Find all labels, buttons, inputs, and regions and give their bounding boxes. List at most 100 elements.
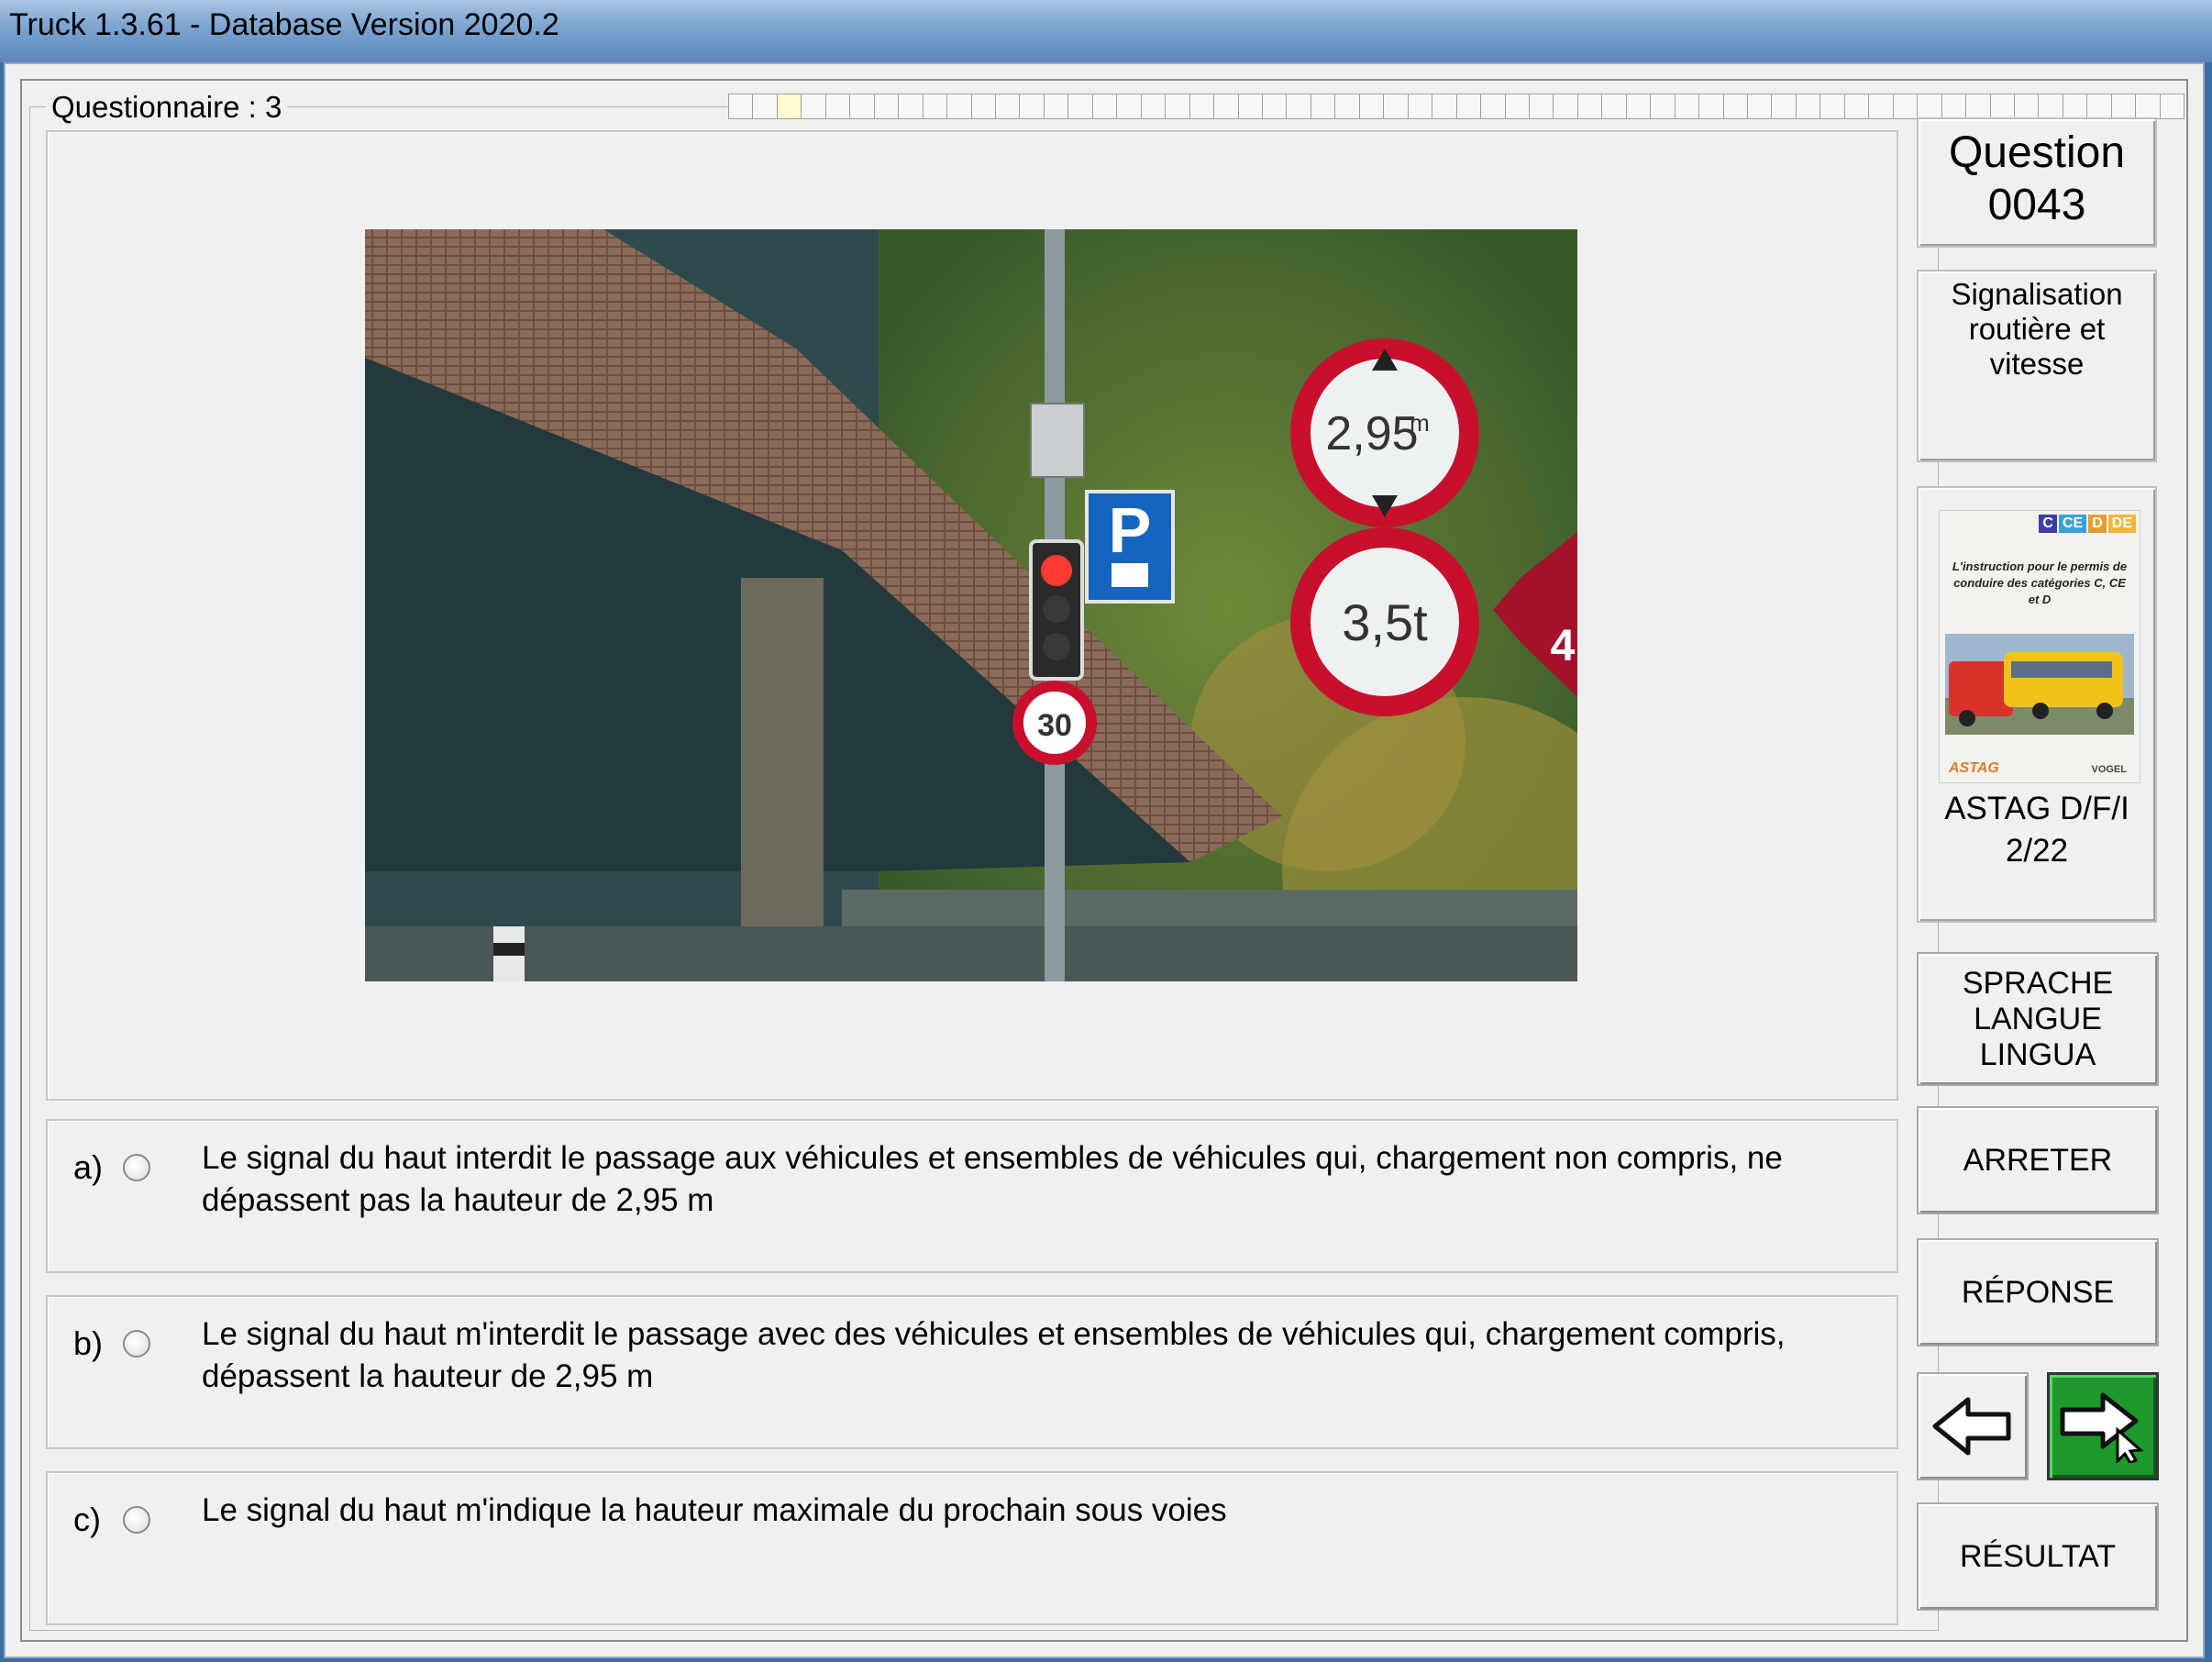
progress-cell bbox=[1287, 94, 1311, 119]
publisher-logo-left: ASTAG bbox=[1949, 760, 1999, 776]
question-number-box: Question 0043 bbox=[1917, 117, 2157, 248]
question-label: Question bbox=[1948, 128, 2126, 177]
progress-cell bbox=[1772, 94, 1797, 119]
stop-button[interactable]: ARRETER bbox=[1917, 1106, 2159, 1214]
question-image-panel: P 30 2,95 m 3,5t 4 bbox=[46, 130, 1898, 1101]
progress-cell bbox=[1723, 94, 1749, 119]
progress-cell bbox=[802, 94, 826, 119]
license-badge: C bbox=[2039, 515, 2057, 533]
progress-cell bbox=[1748, 94, 1773, 119]
progress-cell bbox=[1796, 94, 1821, 119]
license-badge: DE bbox=[2107, 515, 2136, 533]
answer-text: Le signal du haut m'indique la hauteur m… bbox=[202, 1492, 1227, 1528]
book-cover-image: C CE D DE L'instruction pour le permis de c… bbox=[1939, 510, 2140, 783]
client-area: Questionnaire : 3 P 30 2,95 m 3,5t 4 a) … bbox=[20, 79, 2188, 1642]
progress-cell bbox=[1554, 94, 1578, 119]
svg-text:2,95: 2,95 bbox=[1325, 407, 1418, 460]
answer-letter: c) bbox=[73, 1501, 101, 1538]
progress-cell bbox=[1335, 94, 1360, 119]
progress-cell bbox=[1820, 94, 1845, 119]
progress-cell bbox=[2136, 94, 2161, 119]
answer-b[interactable]: b) Le signal du haut m'interdit le passa… bbox=[46, 1295, 1898, 1449]
question-number: 0043 bbox=[1987, 181, 2086, 229]
book-page: 2/22 bbox=[2005, 833, 2069, 869]
progress-cell bbox=[995, 94, 1021, 119]
road-scene-image: P 30 2,95 m 3,5t 4 bbox=[365, 229, 1577, 981]
answer-c-radio[interactable] bbox=[123, 1506, 150, 1534]
next-button[interactable] bbox=[2047, 1372, 2159, 1480]
progress-cell bbox=[1481, 94, 1506, 119]
category-box: Signalisation routière et vitesse bbox=[1917, 270, 2157, 462]
progress-cell bbox=[850, 94, 875, 119]
progress-cell bbox=[971, 94, 996, 119]
progress-cell bbox=[1844, 94, 1870, 119]
progress-cell bbox=[1044, 94, 1069, 119]
previous-button[interactable] bbox=[1917, 1372, 2029, 1480]
progress-cell bbox=[1238, 94, 1263, 119]
progress-cell bbox=[2039, 94, 2063, 119]
progress-cell bbox=[1651, 94, 1676, 119]
answer-a[interactable]: a) Le signal du haut interdit le passage… bbox=[46, 1119, 1898, 1273]
license-category-badges: C CE D DE bbox=[2039, 515, 2136, 533]
svg-text:3,5t: 3,5t bbox=[1342, 593, 1428, 651]
progress-cell bbox=[1020, 94, 1045, 119]
progress-cell bbox=[2063, 94, 2088, 119]
publisher-logo-right: VOGEL bbox=[2091, 764, 2127, 775]
progress-cell bbox=[1214, 94, 1239, 119]
progress-cell bbox=[1092, 94, 1118, 119]
answer-text: Le signal du haut interdit le passage au… bbox=[202, 1140, 1783, 1218]
mouse-cursor-icon bbox=[2116, 1426, 2144, 1463]
book-intro: L'instruction pour le permis de conduire… bbox=[1952, 560, 2128, 606]
progress-cell bbox=[1699, 94, 1724, 119]
progress-cell bbox=[1505, 94, 1530, 119]
progress-cell bbox=[923, 94, 948, 119]
answer-letter: a) bbox=[73, 1148, 104, 1186]
progress-cell bbox=[947, 94, 972, 119]
progress-cell bbox=[1869, 94, 1894, 119]
progress-cell bbox=[1262, 94, 1288, 119]
progress-cell bbox=[874, 94, 900, 119]
progress-cell bbox=[1626, 94, 1652, 119]
arrow-right-icon bbox=[2060, 1392, 2144, 1463]
svg-text:30: 30 bbox=[1037, 708, 1072, 743]
progress-cell bbox=[1117, 94, 1142, 119]
answer-letter: b) bbox=[73, 1324, 104, 1362]
title-bar: Truck 1.3.61 - Database Version 2020.2 bbox=[0, 0, 2212, 62]
answer-a-radio[interactable] bbox=[123, 1154, 150, 1181]
progress-cell bbox=[1432, 94, 1457, 119]
progress-cell bbox=[1602, 94, 1627, 119]
progress-cell bbox=[1918, 94, 1942, 119]
answer-c[interactable]: c) Le signal du haut m'indique la hauteu… bbox=[46, 1471, 1898, 1625]
progress-cell bbox=[1166, 94, 1190, 119]
progress-cell bbox=[825, 94, 851, 119]
progress-cell bbox=[1359, 94, 1385, 119]
book-reference: ASTAG D/F/I bbox=[1944, 791, 2129, 826]
answer-b-radio[interactable] bbox=[123, 1330, 150, 1357]
window-title: Truck 1.3.61 - Database Version 2020.2 bbox=[9, 7, 559, 42]
arrow-left-icon bbox=[1932, 1397, 2011, 1456]
progress-cell bbox=[1966, 94, 1991, 119]
license-badge: D bbox=[2088, 515, 2107, 533]
progress-cell bbox=[2015, 94, 2040, 119]
main-window: Questionnaire : 3 P 30 2,95 m 3,5t 4 a) … bbox=[4, 62, 2205, 1658]
progress-cell bbox=[1675, 94, 1700, 119]
progress-cell bbox=[1408, 94, 1433, 119]
progress-cell bbox=[899, 94, 924, 119]
progress-cell bbox=[1529, 94, 1554, 119]
progress-cell bbox=[1068, 94, 1093, 119]
result-button[interactable]: RÉSULTAT bbox=[1917, 1502, 2159, 1611]
answer-text: Le signal du haut m'interdit le passage … bbox=[202, 1316, 1786, 1394]
language-button[interactable]: SPRACHE LANGUE LINGUA bbox=[1917, 952, 2159, 1086]
answer-button[interactable]: RÉPONSE bbox=[1917, 1238, 2159, 1346]
svg-text:m: m bbox=[1410, 409, 1430, 437]
questionnaire-label: Questionnaire : 3 bbox=[46, 90, 288, 125]
question-photo: P 30 2,95 m 3,5t 4 bbox=[365, 229, 1577, 981]
progress-cell bbox=[1990, 94, 2016, 119]
progress-cell bbox=[1384, 94, 1409, 119]
reference-book-box: C CE D DE L'instruction pour le permis de c… bbox=[1917, 486, 2157, 923]
progress-cell bbox=[1941, 94, 1967, 119]
progress-cell bbox=[728, 94, 754, 119]
svg-text:4: 4 bbox=[1551, 622, 1576, 670]
question-category: Signalisation routière et vitesse bbox=[1951, 277, 2123, 381]
progress-cell bbox=[2111, 94, 2137, 119]
